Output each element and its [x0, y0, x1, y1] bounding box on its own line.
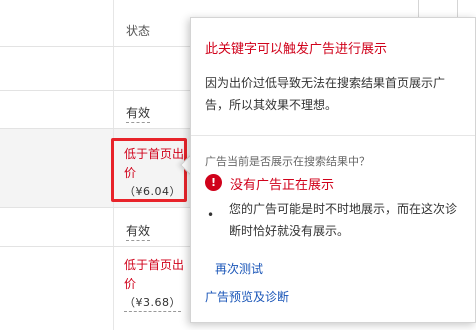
no-ad-showing-label: 没有广告正在展示 [230, 178, 335, 193]
status-below-first-page-bid[interactable]: 低于首页出价 [124, 256, 190, 294]
bullet-icon: • [207, 208, 215, 222]
status-valid: 有效 [126, 104, 151, 123]
popover-divider [191, 135, 475, 136]
retest-link[interactable]: 再次测试 [215, 260, 263, 277]
annotation-highlight-box [111, 138, 187, 202]
screenshot-stage: 状态 有效 低于首页出价 （¥6.04） 有效 低于首页出价 （¥3.68） 此… [0, 0, 476, 330]
ad-diagnosis-popover: 此关键字可以触发广告进行展示 因为出价过低导致无法在搜索结果首页展示广告，所以其… [190, 17, 476, 323]
popover-title: 此关键字可以触发广告进行展示 [205, 42, 388, 57]
status-column-header[interactable]: 状态 [126, 22, 150, 39]
error-icon: ! [205, 174, 222, 191]
first-page-bid-price: （¥3.68） [124, 294, 181, 312]
status-valid: 有效 [126, 222, 151, 241]
popover-description: 因为出价过低导致无法在搜索结果首页展示广告，所以其效果不理想。 [205, 76, 446, 112]
ad-showing-question: 广告当前是否展示在搜索结果中？ [205, 155, 370, 168]
ad-preview-diagnosis-link[interactable]: 广告预览及诊断 [205, 288, 289, 305]
diagnosis-explanation: 您的广告可能是时不时地展示，而在这次诊断时恰好就没有展示。 [229, 202, 458, 238]
